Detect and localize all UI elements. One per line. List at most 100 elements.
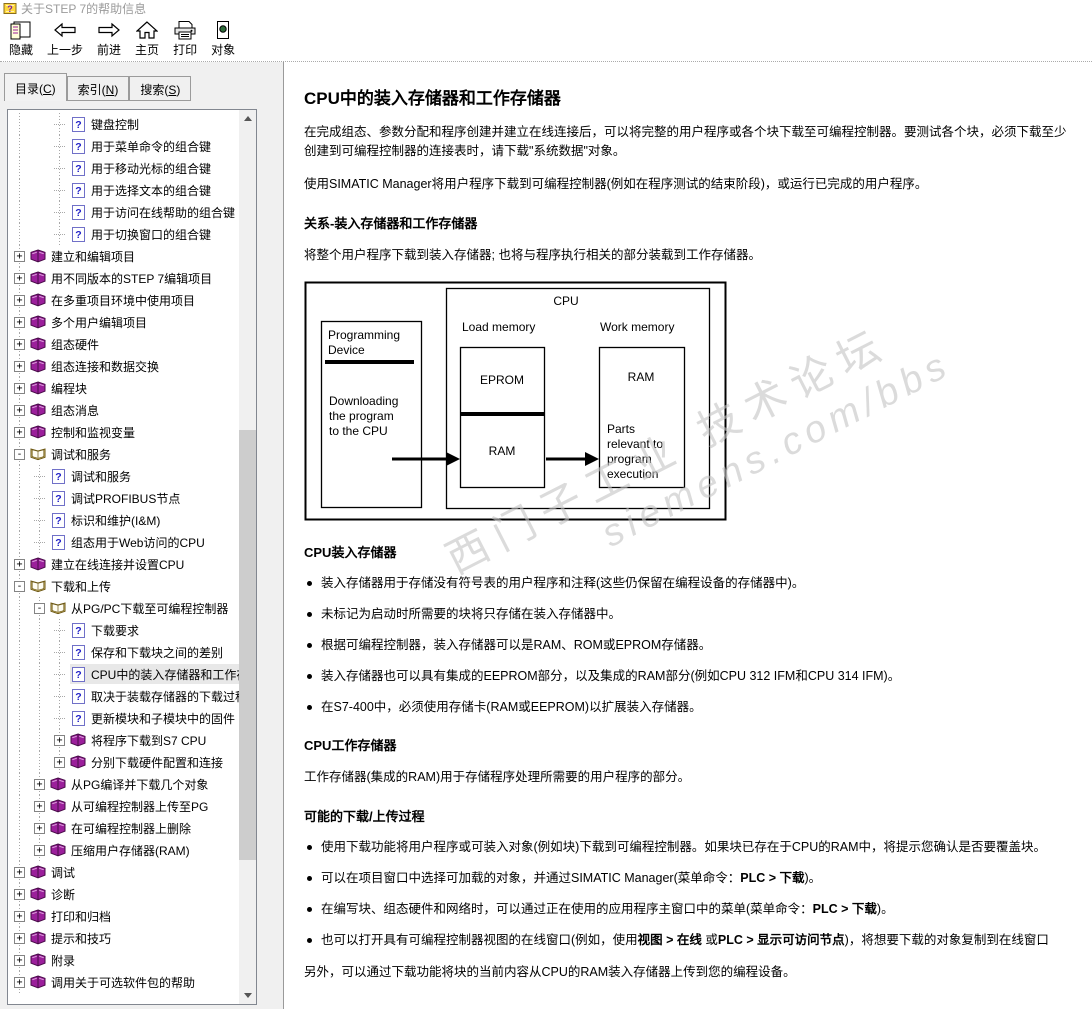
expand-icon[interactable]: + [14, 404, 25, 416]
tree-item[interactable]: + 建立在线连接并设置CPU [8, 553, 239, 575]
tree-item[interactable]: ? 调试和服务 [8, 465, 239, 487]
collapse-icon[interactable]: - [34, 602, 45, 614]
expand-icon[interactable]: + [34, 800, 45, 812]
tree-item[interactable]: ? 用于菜单命令的组合键 [8, 135, 239, 157]
svg-text:?: ? [7, 4, 13, 14]
scroll-down-button[interactable] [239, 987, 256, 1004]
tab-s[interactable]: 搜索(S) [129, 76, 192, 101]
tree-item[interactable]: + 调用关于可选软件包的帮助 [8, 971, 239, 993]
tree-item[interactable]: ? 更新模块和子模块中的固件 [8, 707, 239, 729]
tree-item[interactable]: + 组态硬件 [8, 333, 239, 355]
tree-item[interactable]: + 提示和技巧 [8, 927, 239, 949]
toolbar-button-label: 主页 [135, 43, 160, 57]
tree-item[interactable]: + 用不同版本的STEP 7编辑项目 [8, 267, 239, 289]
home-button[interactable]: 主页 [128, 18, 166, 58]
tab-c[interactable]: 目录(C) [4, 73, 67, 101]
hide-panel-button[interactable]: 隐藏 [2, 18, 40, 58]
tree-item[interactable]: - 下载和上传 [8, 575, 239, 597]
help-page-icon: ? [70, 182, 86, 198]
closed-book-icon [30, 359, 46, 373]
tree-item[interactable]: ? 组态用于Web访问的CPU [8, 531, 239, 553]
expand-icon[interactable]: + [14, 382, 25, 394]
tree-item[interactable]: ? 用于选择文本的组合键 [8, 179, 239, 201]
expand-icon[interactable]: + [14, 338, 25, 350]
expand-icon[interactable]: + [54, 734, 65, 746]
tree-item[interactable]: ? 标识和维护(I&M) [8, 509, 239, 531]
forward-arrow-button[interactable]: 前进 [90, 18, 128, 58]
expand-icon[interactable]: + [14, 976, 25, 988]
expand-icon[interactable]: + [14, 426, 25, 438]
tree-connector [54, 167, 65, 169]
expand-icon[interactable]: + [14, 558, 25, 570]
expand-icon[interactable]: + [14, 272, 25, 284]
tree-item[interactable]: ? 取决于装载存储器的下载过程 [8, 685, 239, 707]
closed-book-icon [30, 931, 46, 945]
tree-item[interactable]: ? 键盘控制 [8, 113, 239, 135]
tree-item[interactable]: ? 调试PROFIBUS节点 [8, 487, 239, 509]
expand-icon[interactable]: + [14, 250, 25, 262]
tree-item-label: 用于访问在线帮助的组合键 [91, 205, 236, 220]
svg-text:Downloading: Downloading [329, 394, 398, 408]
bullet-item: 使用下载功能将用户程序或可装入对象(例如块)下载到可编程控制器。如果块已存在于C… [304, 839, 1092, 856]
expand-icon[interactable]: + [14, 316, 25, 328]
tree-item[interactable]: ? 下载要求 [8, 619, 239, 641]
closed-book-icon [30, 315, 46, 329]
tree-item[interactable]: + 在可编程控制器上删除 [8, 817, 239, 839]
tree-item-label: CPU中的装入存储器和工作存储器 [91, 667, 239, 682]
tree-item[interactable]: + 压缩用户存储器(RAM) [8, 839, 239, 861]
toolbar-button-label: 打印 [173, 43, 198, 57]
expand-icon[interactable]: + [14, 866, 25, 878]
expand-icon[interactable]: + [54, 756, 65, 768]
collapse-icon[interactable]: - [14, 448, 25, 460]
scroll-up-button[interactable] [239, 110, 256, 127]
tree-item[interactable]: ? 保存和下载块之间的差别 [8, 641, 239, 663]
expand-icon[interactable]: + [14, 888, 25, 900]
expand-icon[interactable]: + [14, 954, 25, 966]
closed-book-icon [30, 557, 46, 571]
tree-item[interactable]: + 诊断 [8, 883, 239, 905]
svg-text:?: ? [75, 207, 81, 219]
tree-item[interactable]: ? CPU中的装入存储器和工作存储器 [8, 663, 239, 685]
tree-item[interactable]: ? 用于访问在线帮助的组合键 [8, 201, 239, 223]
tree-item[interactable]: + 调试 [8, 861, 239, 883]
svg-text:program: program [607, 452, 652, 466]
tree-item[interactable]: + 多个用户编辑项目 [8, 311, 239, 333]
tree-scrollbar[interactable] [239, 110, 256, 1004]
tree-item[interactable]: ? 用于移动光标的组合键 [8, 157, 239, 179]
tree-item[interactable]: + 附录 [8, 949, 239, 971]
toolbar-button-label: 上一步 [47, 43, 84, 57]
tree-item[interactable]: ? 用于切换窗口的组合键 [8, 223, 239, 245]
expand-icon[interactable]: + [34, 778, 45, 790]
svg-text:execution: execution [607, 467, 658, 481]
expand-icon[interactable]: + [14, 360, 25, 372]
paragraph: 将整个用户程序下载到装入存储器; 也将与程序执行相关的部分装载到工作存储器。 [304, 248, 761, 262]
tree-item[interactable]: + 将程序下载到S7 CPU [8, 729, 239, 751]
object-button[interactable]: 对象 [204, 18, 242, 58]
expand-icon[interactable]: + [34, 844, 45, 856]
tree-item[interactable]: + 分别下载硬件配置和连接 [8, 751, 239, 773]
object-icon [211, 19, 235, 41]
tree-item[interactable]: + 从PG编译并下载几个对象 [8, 773, 239, 795]
scrollbar-thumb[interactable] [239, 430, 256, 860]
tree-item[interactable]: + 组态连接和数据交换 [8, 355, 239, 377]
expand-icon[interactable]: + [14, 294, 25, 306]
expand-icon[interactable]: + [14, 910, 25, 922]
tree-item[interactable]: + 控制和监视变量 [8, 421, 239, 443]
tree-item[interactable]: + 编程块 [8, 377, 239, 399]
tree-item[interactable]: + 从可编程控制器上传至PG [8, 795, 239, 817]
expand-icon[interactable]: + [34, 822, 45, 834]
collapse-icon[interactable]: - [14, 580, 25, 592]
tree-item-label: 分别下载硬件配置和连接 [91, 755, 224, 770]
expand-icon[interactable]: + [14, 932, 25, 944]
back-arrow-button[interactable]: 上一步 [40, 18, 90, 58]
tree-item[interactable]: + 在多重项目环境中使用项目 [8, 289, 239, 311]
svg-text:?: ? [55, 471, 61, 483]
tree-connector [34, 497, 45, 499]
print-button[interactable]: 打印 [166, 18, 204, 58]
tree-item[interactable]: + 建立和编辑项目 [8, 245, 239, 267]
tree-item[interactable]: - 调试和服务 [8, 443, 239, 465]
tree-item[interactable]: + 打印和归档 [8, 905, 239, 927]
tree-item[interactable]: - 从PG/PC下载至可编程控制器 [8, 597, 239, 619]
tab-n[interactable]: 索引(N) [66, 76, 130, 101]
tree-item[interactable]: + 组态消息 [8, 399, 239, 421]
